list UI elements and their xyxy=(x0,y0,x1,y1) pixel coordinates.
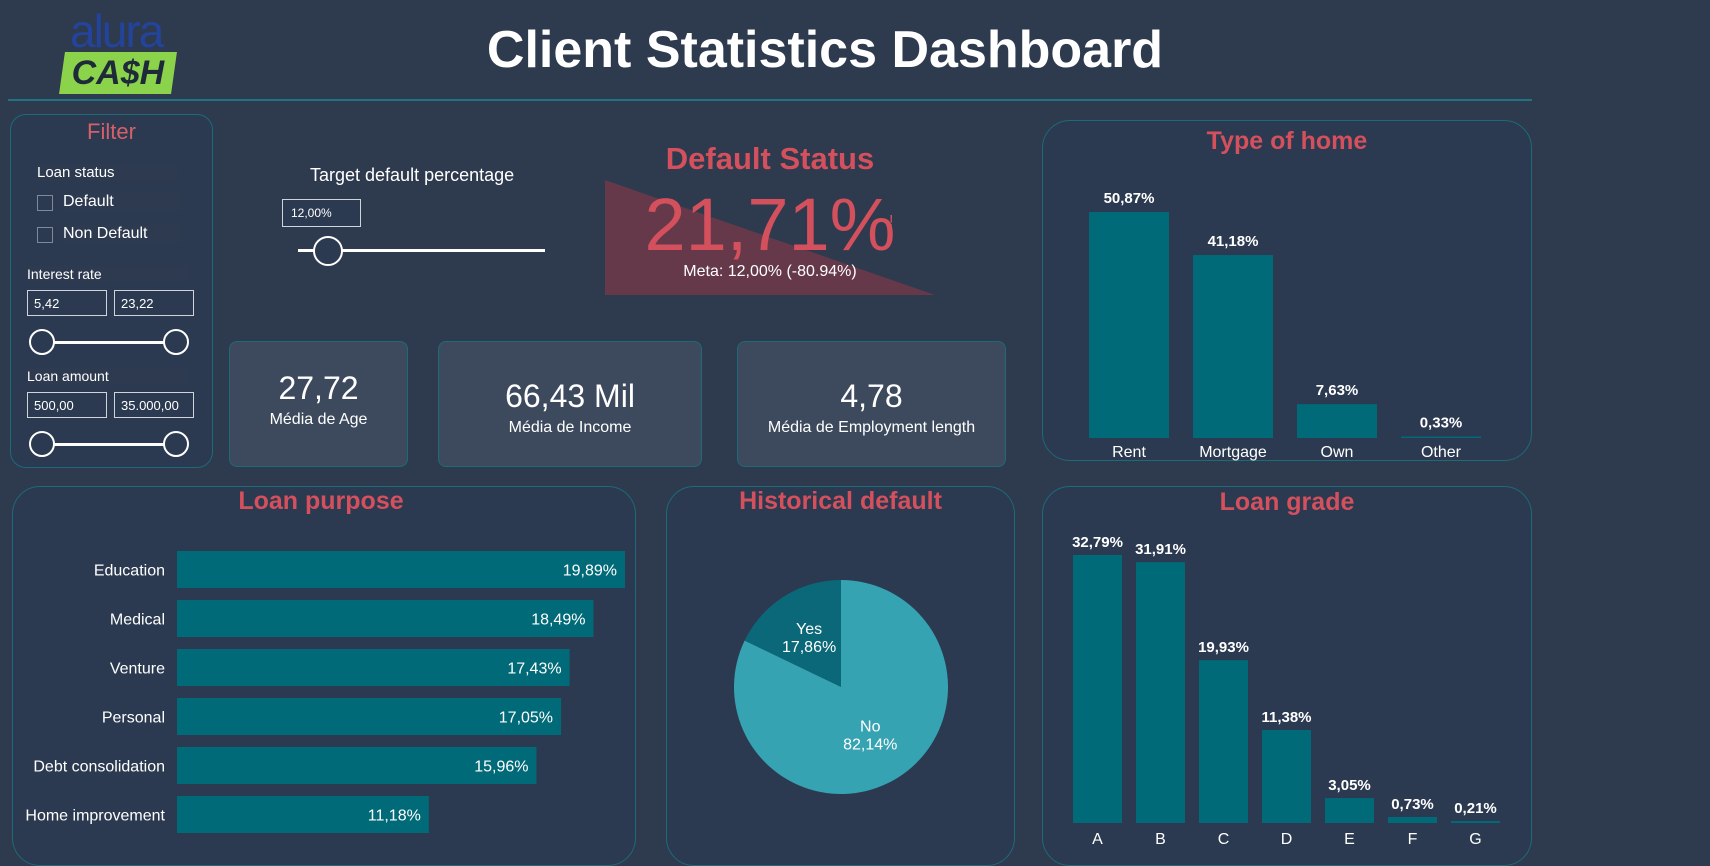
loan-purpose-chart: 19,89% Education 18,49% Medical 17,43% Ventur… xyxy=(25,551,625,833)
purpose-category-label: Education xyxy=(94,563,165,580)
card-income-label: Média de Income xyxy=(508,419,632,436)
pie-category-label: No xyxy=(860,719,881,736)
grade-bar[interactable] xyxy=(1451,821,1500,823)
purpose-bar[interactable] xyxy=(177,551,625,588)
grade-bar-label: 19,93% xyxy=(1198,639,1249,656)
grade-category-label: G xyxy=(1469,831,1481,848)
interest-rate-max-handle[interactable] xyxy=(163,329,189,355)
purpose-category-label: Debt consolidation xyxy=(33,759,165,776)
interest-rate-label: Interest rate xyxy=(27,266,187,282)
purpose-bar-label: 17,05% xyxy=(499,710,553,727)
loan-amount-max-input[interactable]: 35.000,00 xyxy=(114,392,194,418)
card-age: 27,72 Média de Age xyxy=(229,341,408,467)
filter-title: Filter xyxy=(87,119,136,144)
purpose-bar-label: 11,18% xyxy=(368,808,421,825)
card-income-value: 66,43 Mil xyxy=(505,378,635,414)
grade-category-label: F xyxy=(1408,831,1418,848)
grade-bar[interactable] xyxy=(1199,660,1248,823)
purpose-category-label: Personal xyxy=(102,710,165,727)
card-employment-value: 4,78 xyxy=(840,378,903,414)
home-bar[interactable] xyxy=(1193,255,1273,438)
home-category-label: Mortgage xyxy=(1199,444,1267,461)
loan-purpose-panel: Loan purpose 19,89% Education 18,49% Medica… xyxy=(12,486,636,866)
home-category-label: Other xyxy=(1421,444,1462,461)
grade-bar-label: 0,73% xyxy=(1391,796,1434,813)
loan-grade-chart: 32,79% A 31,91% B 19,93% C 11,38% D 3,05% E 0,73% F… xyxy=(1072,534,1500,848)
home-bar-label: 7,63% xyxy=(1316,382,1359,399)
historical-default-chart: Yes17,86% No82,14% xyxy=(734,580,948,794)
loan-amount-label: Loan amount xyxy=(27,368,187,384)
grade-category-label: E xyxy=(1344,831,1355,848)
grade-bar-label: 0,21% xyxy=(1454,800,1497,817)
loan-grade-panel: Loan grade 32,79% A 31,91% B 19,93% C 11,38% D 3… xyxy=(1042,486,1532,866)
home-bar-label: 50,87% xyxy=(1104,190,1155,207)
home-bar[interactable] xyxy=(1297,404,1377,438)
grade-bar[interactable] xyxy=(1262,729,1311,823)
card-employment: 4,78 Média de Employment length xyxy=(737,341,1006,467)
interest-rate-min-input[interactable]: 5,42 xyxy=(27,290,107,316)
home-bar-label: 0,33% xyxy=(1420,415,1463,432)
grade-bar-label: 3,05% xyxy=(1328,777,1371,794)
purpose-bar-label: 19,89% xyxy=(563,563,617,580)
default-option-label[interactable]: Default xyxy=(63,193,181,211)
grade-category-label: D xyxy=(1281,831,1293,848)
loan-amount-slider-track[interactable] xyxy=(41,443,181,446)
default-status-title: Default Status xyxy=(665,141,875,176)
grade-bar-label: 31,91% xyxy=(1135,541,1186,558)
pie-category-label: Yes xyxy=(796,621,822,638)
pie-value-label: 17,86% xyxy=(782,639,836,656)
home-bar[interactable] xyxy=(1401,436,1481,438)
grade-bar[interactable] xyxy=(1136,562,1185,823)
filter-panel: Filter Loan status Default Non Default I… xyxy=(10,114,213,468)
grade-bar[interactable] xyxy=(1325,798,1374,823)
header-divider xyxy=(8,99,1532,101)
home-bar-label: 41,18% xyxy=(1208,233,1259,250)
target-label: Target default percentage xyxy=(310,165,515,185)
type-of-home-chart: 50,87% Rent 41,18% Mortgage 7,63% Own 0,33% Oth… xyxy=(1089,190,1481,461)
grade-bar-label: 11,38% xyxy=(1261,709,1311,726)
purpose-bar-label: 18,49% xyxy=(531,612,585,629)
purpose-category-label: Home improvement xyxy=(25,808,165,825)
interest-rate-slider-track[interactable] xyxy=(41,341,181,344)
default-checkbox[interactable] xyxy=(37,195,53,211)
pie-value-label: 82,14% xyxy=(843,737,897,754)
interest-rate-max-input[interactable]: 23,22 xyxy=(114,290,194,316)
grade-category-label: C xyxy=(1218,831,1230,848)
home-category-label: Rent xyxy=(1112,444,1146,461)
card-age-value: 27,72 xyxy=(278,370,359,406)
default-status-goal: Meta: 12,00% (-80.94%) xyxy=(683,263,857,280)
grade-category-label: A xyxy=(1092,831,1103,848)
home-bar[interactable] xyxy=(1089,212,1169,438)
non-default-option-label[interactable]: Non Default xyxy=(63,225,181,243)
card-income: 66,43 Mil Média de Income xyxy=(438,341,702,467)
type-of-home-panel: Type of home 50,87% Rent 41,18% Mortgage 7,6… xyxy=(1042,120,1532,461)
grade-bar[interactable] xyxy=(1388,817,1437,823)
purpose-category-label: Venture xyxy=(110,661,165,678)
target-input[interactable]: 12,00% xyxy=(282,199,361,227)
grade-bar[interactable] xyxy=(1073,555,1122,823)
home-category-label: Own xyxy=(1321,444,1354,461)
target-slider-handle[interactable] xyxy=(312,236,343,266)
non-default-checkbox[interactable] xyxy=(37,227,53,243)
default-status-value: 21,71% xyxy=(644,183,896,266)
loan-status-label: Loan status xyxy=(37,164,177,181)
loan-amount-max-handle[interactable] xyxy=(163,431,189,457)
loan-amount-min-input[interactable]: 500,00 xyxy=(27,392,107,418)
interest-rate-min-handle[interactable] xyxy=(29,329,55,355)
card-employment-label: Média de Employment length xyxy=(767,419,976,436)
purpose-category-label: Medical xyxy=(110,612,165,629)
card-age-label: Média de Age xyxy=(269,411,368,428)
default-status-alert: ! xyxy=(889,213,894,230)
grade-bar-label: 32,79% xyxy=(1072,534,1123,551)
grade-category-label: B xyxy=(1155,831,1166,848)
loan-amount-min-handle[interactable] xyxy=(29,431,55,457)
historical-default-panel: Historical default Yes 17,86% No 82,14% xyxy=(666,486,1015,866)
purpose-bar-label: 17,43% xyxy=(507,661,561,678)
purpose-bar-label: 15,96% xyxy=(474,759,528,776)
page-title: Client Statistics Dashboard xyxy=(486,21,1164,79)
